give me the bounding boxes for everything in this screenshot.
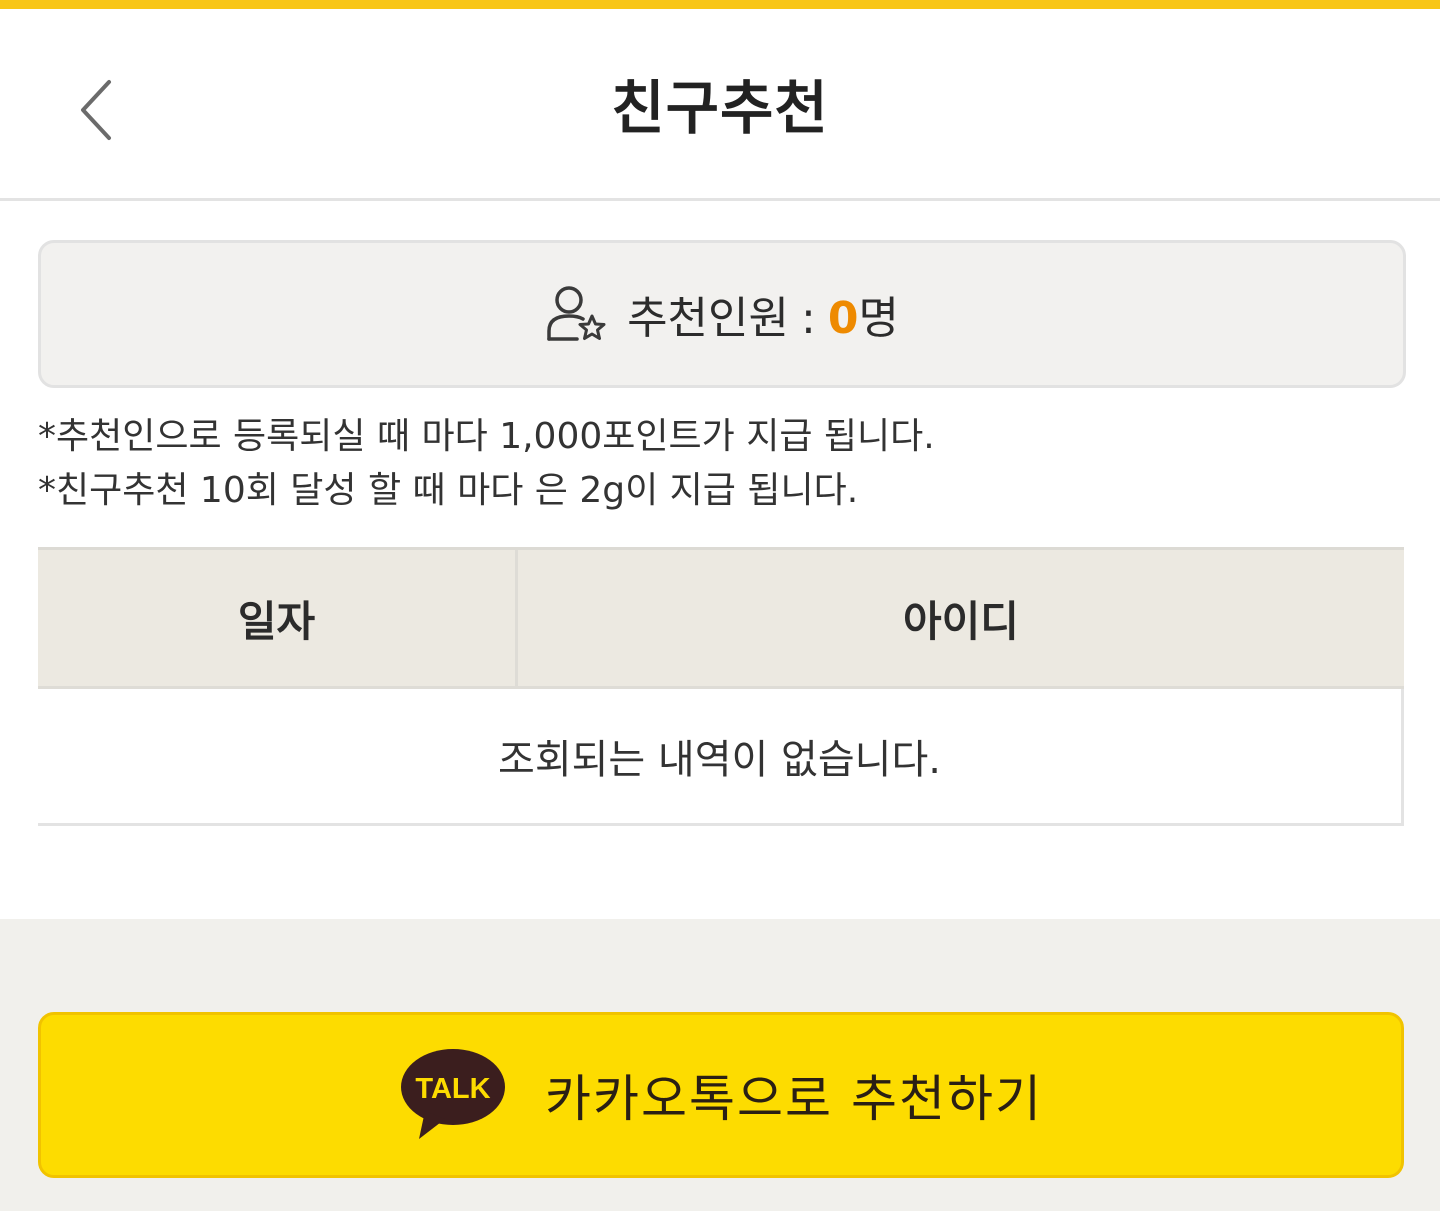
page: 친구추천 추천인원:0명 *추천인으로 등록되실 때 마다 1,000포인트가 … xyxy=(0,0,1440,1211)
notice-point-reward: *추천인으로 등록되실 때 마다 1,000포인트가 지급 됩니다. xyxy=(38,416,935,457)
column-header-id: 아이디 xyxy=(903,596,1019,646)
table-empty-message: 조회되는 내역이 없습니다. xyxy=(38,689,1404,826)
kakao-talk-icon: TALK xyxy=(401,1049,506,1139)
column-header-date: 일자 xyxy=(38,550,518,686)
page-title: 친구추천 xyxy=(611,74,829,142)
referral-table: 일자 아이디 조회되는 내역이 없습니다. xyxy=(38,547,1404,826)
top-accent-bar xyxy=(0,0,1440,9)
user-star-icon xyxy=(547,286,606,341)
bottom-action-area: TALK 카카오톡으로 추천하기 xyxy=(0,919,1440,1211)
referral-count-separator: : xyxy=(800,293,816,344)
notice-silver-reward: *친구추천 10회 달성 할 때 마다 은 2g이 지급 됩니다. xyxy=(38,470,859,511)
kakao-share-button[interactable]: TALK 카카오톡으로 추천하기 xyxy=(38,1012,1404,1178)
kakao-talk-icon-text: TALK xyxy=(415,1073,490,1105)
referral-count-text: 추천인원:0명 xyxy=(627,282,899,346)
notice-list: *추천인으로 등록되실 때 마다 1,000포인트가 지급 됩니다. *친구추천… xyxy=(38,410,1418,518)
referral-count-value: 0 xyxy=(827,293,859,344)
referral-count-box: 추천인원:0명 xyxy=(38,240,1406,388)
table-header: 일자 아이디 xyxy=(38,550,1404,689)
referral-count-label: 추천인원 xyxy=(627,293,789,344)
header: 친구추천 xyxy=(0,9,1440,201)
referral-count-unit: 명 xyxy=(858,293,899,344)
kakao-share-label: 카카오톡으로 추천하기 xyxy=(545,1070,1043,1128)
